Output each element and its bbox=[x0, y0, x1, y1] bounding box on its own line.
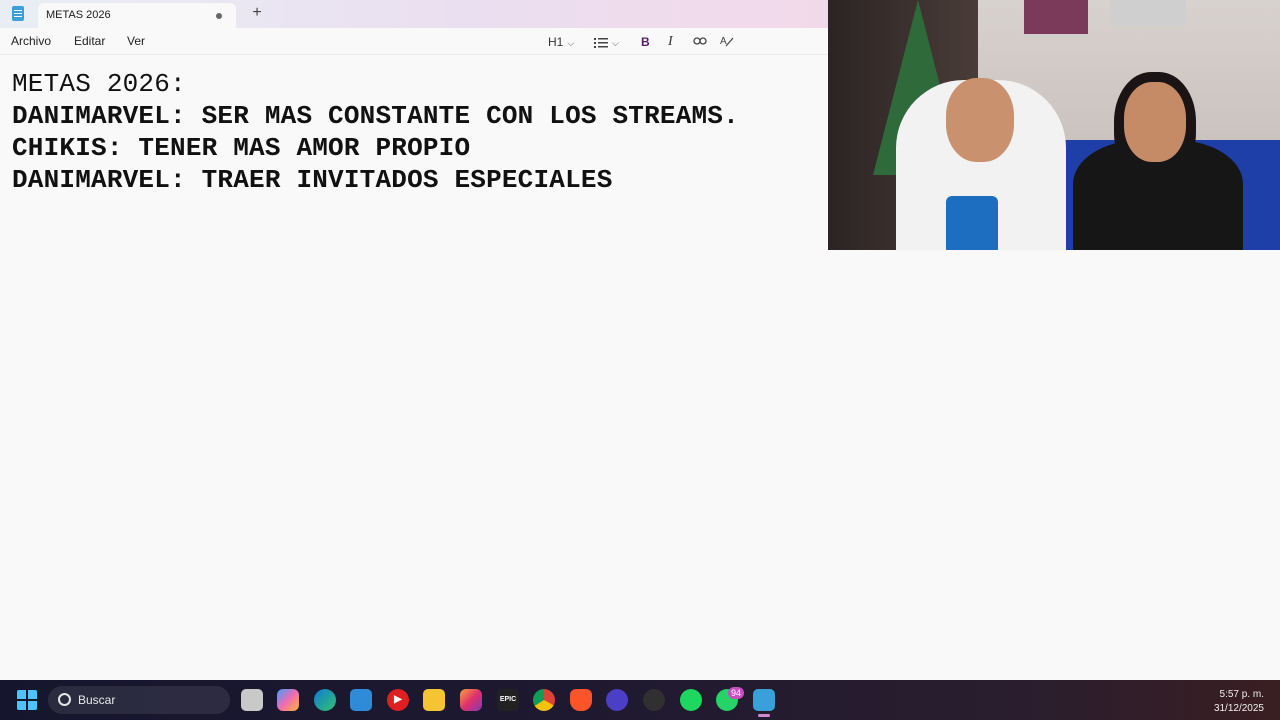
heading-label: H1 bbox=[548, 35, 564, 49]
menu-bar: Archivo Editar Ver H1 ⌵ ⌵ B I A bbox=[0, 28, 828, 55]
task-view-icon[interactable] bbox=[241, 689, 263, 711]
document-editor[interactable]: METAS 2026: DANIMARVEL: SER MAS CONSTANT… bbox=[0, 55, 828, 680]
menu-archivo[interactable]: Archivo bbox=[11, 34, 51, 48]
link-icon bbox=[693, 37, 707, 45]
bold-button[interactable]: B bbox=[641, 34, 650, 50]
streamer-female-head bbox=[1124, 82, 1186, 162]
tab-metas-2026[interactable]: METAS 2026 bbox=[38, 3, 236, 28]
clock-time: 5:57 p. m. bbox=[1219, 689, 1264, 700]
clear-formatting-icon: A bbox=[720, 36, 734, 47]
notepad-app-icon bbox=[12, 6, 24, 21]
document-line[interactable]: DANIMARVEL: SER MAS CONSTANTE CON LOS ST… bbox=[12, 101, 739, 131]
clock-date: 31/12/2025 bbox=[1213, 703, 1264, 714]
cortana-icon[interactable] bbox=[606, 689, 628, 711]
taskbar: Buscar ▶ EPIC bbox=[0, 680, 1280, 720]
notepad-icon[interactable] bbox=[753, 689, 775, 711]
tab-title: METAS 2026 bbox=[46, 9, 111, 21]
instagram-icon[interactable] bbox=[460, 689, 482, 711]
youtube-music-icon[interactable]: ▶ bbox=[387, 689, 409, 711]
link-button[interactable] bbox=[693, 34, 707, 50]
chrome-icon[interactable] bbox=[533, 689, 555, 711]
heading-dropdown[interactable]: H1 ⌵ bbox=[548, 34, 574, 50]
copilot-icon[interactable] bbox=[277, 689, 299, 711]
new-tab-button[interactable]: + bbox=[248, 4, 266, 22]
brave-icon[interactable] bbox=[570, 689, 592, 711]
microphone bbox=[946, 196, 998, 250]
epic-games-icon[interactable]: EPIC bbox=[497, 689, 519, 711]
wall-poster bbox=[1024, 0, 1088, 34]
webcam-overlay bbox=[828, 0, 1280, 250]
document-line[interactable]: CHIKIS: TENER MAS AMOR PROPIO bbox=[12, 133, 470, 163]
chevron-down-icon: ⌵ bbox=[612, 38, 619, 48]
list-icon bbox=[594, 37, 608, 48]
clear-formatting-button[interactable]: A bbox=[720, 34, 734, 50]
system-clock[interactable]: 5:57 p. m. 31/12/2025 bbox=[1214, 688, 1264, 716]
search-box[interactable]: Buscar bbox=[48, 686, 230, 714]
file-explorer-icon[interactable] bbox=[423, 689, 445, 711]
list-dropdown[interactable]: ⌵ bbox=[594, 34, 619, 50]
menu-ver[interactable]: Ver bbox=[127, 34, 145, 48]
italic-button[interactable]: I bbox=[668, 34, 673, 50]
unsaved-dot-icon[interactable] bbox=[216, 13, 222, 19]
menu-editar[interactable]: Editar bbox=[74, 34, 105, 48]
edge-icon[interactable] bbox=[314, 689, 336, 711]
search-icon bbox=[58, 693, 71, 706]
chevron-down-icon: ⌵ bbox=[567, 38, 575, 48]
whatsapp-badge: 94 bbox=[728, 687, 744, 699]
document-line[interactable]: METAS 2026: bbox=[12, 69, 186, 99]
active-app-indicator bbox=[758, 714, 770, 717]
obs-icon[interactable] bbox=[643, 689, 665, 711]
spotify-icon[interactable] bbox=[680, 689, 702, 711]
streamer-male-head bbox=[946, 78, 1014, 162]
title-bar: METAS 2026 + bbox=[0, 0, 828, 28]
wall-shelf bbox=[1110, 0, 1186, 26]
document-line[interactable]: DANIMARVEL: TRAER INVITADOS ESPECIALES bbox=[12, 165, 613, 195]
windows-start-icon[interactable] bbox=[16, 689, 38, 711]
search-placeholder: Buscar bbox=[78, 693, 116, 707]
store-icon[interactable] bbox=[350, 689, 372, 711]
